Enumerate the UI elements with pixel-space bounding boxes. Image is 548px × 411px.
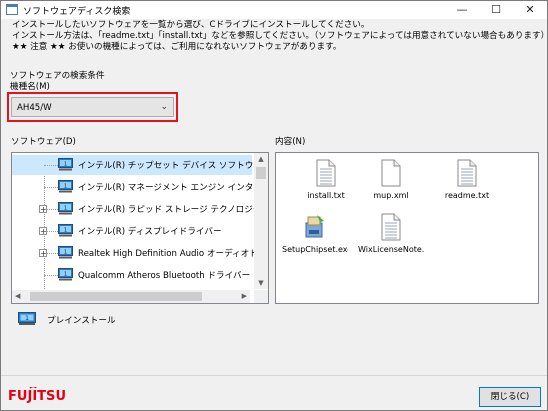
- svg-text:1: 1: [64, 161, 68, 167]
- software-tree-item[interactable]: 1 インテル(R) チップセット デバイス ソフトウェア: [12, 155, 268, 175]
- software-label: ソフトウェア(D): [11, 137, 76, 147]
- software-tree-item[interactable]: +1 インテル(R) ディスプレイドライバー: [12, 221, 252, 241]
- software-vertical-scrollbar[interactable]: ▲ ▼: [254, 153, 268, 289]
- blank-file-icon: [381, 159, 401, 187]
- model-select[interactable]: AH45/W ⌄: [11, 97, 174, 117]
- preinstall-icon: 1: [58, 224, 73, 237]
- close-window-button[interactable]: ✕: [513, 1, 547, 19]
- scroll-down-icon[interactable]: ▼: [254, 279, 268, 287]
- main-window: ソフトウェアディスク検索 — ☐ ✕ インストールしたいソフトウェアを一覧から選…: [0, 0, 548, 411]
- installer-icon: [305, 215, 324, 238]
- tree-connector: [44, 275, 58, 276]
- contents-pane[interactable]: install.txt mup.xml readme.txt SetupChipset…: [275, 152, 539, 304]
- text-file-icon: [457, 159, 477, 187]
- text-file-icon: [381, 213, 401, 241]
- text-file-icon: [316, 159, 336, 187]
- file-name: WixLicenseNote.t...: [358, 245, 424, 254]
- svg-text:1: 1: [64, 183, 68, 189]
- svg-text:1: 1: [25, 315, 29, 322]
- preinstall-icon: 1: [58, 158, 73, 171]
- software-tree-item[interactable]: +1 Realtek High Definition Audio オーディオドライ…: [12, 243, 268, 263]
- close-icon: ✕: [525, 3, 535, 16]
- description-line-3: ★★ 注意 ★★ お使いの機種によっては、ご利用になれないソフトウェアがあります…: [12, 42, 342, 52]
- expand-icon[interactable]: +: [39, 205, 47, 214]
- software-tree-item[interactable]: 1 Qualcomm Atheros Bluetooth ドライバー: [12, 265, 252, 285]
- software-tree-item[interactable]: 1 インテル(R) マネージメント エンジン インターフェイス: [12, 177, 268, 197]
- svg-text:1: 1: [64, 205, 68, 211]
- file-item[interactable]: WixLicenseNote.t...: [358, 213, 424, 273]
- close-button[interactable]: 閉じる(C): [479, 387, 541, 407]
- minimize-icon: —: [456, 3, 468, 16]
- file-item[interactable]: mup.xml: [358, 159, 424, 219]
- title-bar: ソフトウェアディスク検索 — ☐ ✕: [1, 1, 547, 19]
- preinstall-legend-label: プレインストール: [47, 316, 116, 326]
- model-select-value: AH45/W: [17, 103, 52, 113]
- preinstall-icon: 1: [58, 180, 73, 193]
- maximize-button[interactable]: ☐: [479, 1, 513, 19]
- software-tree-item-label: インテル(R) ラピッド ストレージ テクノロジー: [78, 205, 262, 215]
- software-tree[interactable]: 1 インテル(R) チップセット デバイス ソフトウェア 1 インテル(R) マネージ…: [11, 152, 269, 304]
- svg-text:FUJITSU: FUJITSU: [8, 389, 66, 403]
- tree-connector: [44, 165, 58, 166]
- software-horizontal-scrollbar[interactable]: ◀ ▶: [12, 290, 250, 303]
- svg-text:1: 1: [64, 227, 68, 233]
- svg-text:1: 1: [64, 271, 68, 277]
- software-tree-item-label: インテル(R) ディスプレイドライバー: [78, 227, 222, 237]
- software-tree-item[interactable]: +1 インテル(R) ラピッド ストレージ テクノロジー: [12, 199, 261, 219]
- description-line-1: インストールしたいソフトウェアを一覧から選び、Cドライブにインストールしてくださ…: [12, 20, 370, 30]
- contents-label: 内容(N): [275, 137, 306, 147]
- file-item[interactable]: SetupChipset.exe: [282, 213, 348, 273]
- maximize-icon: ☐: [491, 3, 501, 16]
- software-tree-item-label: インテル(R) チップセット デバイス ソフトウェア: [78, 161, 269, 171]
- expand-icon[interactable]: +: [39, 227, 47, 236]
- software-tree-item-label: Realtek High Definition Audio オーディオドライバー: [78, 249, 268, 259]
- software-tree-item-label: インテル(R) マネージメント エンジン インターフェイス: [78, 183, 268, 193]
- svg-text:1: 1: [64, 249, 68, 255]
- expand-icon[interactable]: +: [39, 249, 47, 258]
- preinstall-icon: 1: [58, 202, 73, 215]
- footer-divider: [1, 375, 547, 376]
- scroll-left-icon[interactable]: ◀: [15, 292, 20, 300]
- software-hscroll-thumb[interactable]: [30, 292, 202, 301]
- software-vscroll-thumb[interactable]: [256, 167, 266, 179]
- scroll-right-icon[interactable]: ▶: [242, 292, 247, 300]
- preinstall-icon: 1: [58, 246, 73, 259]
- preinstall-legend-icon: 1: [18, 312, 36, 325]
- chevron-down-icon: ⌄: [160, 102, 168, 112]
- tree-connector: [44, 187, 58, 188]
- model-label: 機種名(M): [10, 82, 50, 92]
- preinstall-icon: 1: [58, 268, 73, 281]
- file-name: install.txt: [307, 191, 345, 200]
- app-icon: [6, 4, 18, 15]
- minimize-button[interactable]: —: [445, 1, 479, 19]
- description-line-2: インストール方法は、「readme.txt」「install.txt」などを参照…: [12, 31, 548, 41]
- fujitsu-logo: FUJITSU: [8, 387, 66, 403]
- file-name: mup.xml: [373, 191, 409, 200]
- scroll-corner: [254, 290, 268, 303]
- file-name: SetupChipset.exe: [282, 245, 348, 254]
- file-item[interactable]: install.txt: [293, 159, 359, 219]
- window-title: ソフトウェアディスク検索: [23, 7, 131, 17]
- software-tree-item-label: Qualcomm Atheros Bluetooth ドライバー: [78, 271, 251, 281]
- file-item[interactable]: readme.txt: [434, 159, 500, 219]
- file-name: readme.txt: [444, 191, 490, 200]
- scroll-up-icon[interactable]: ▲: [254, 155, 268, 163]
